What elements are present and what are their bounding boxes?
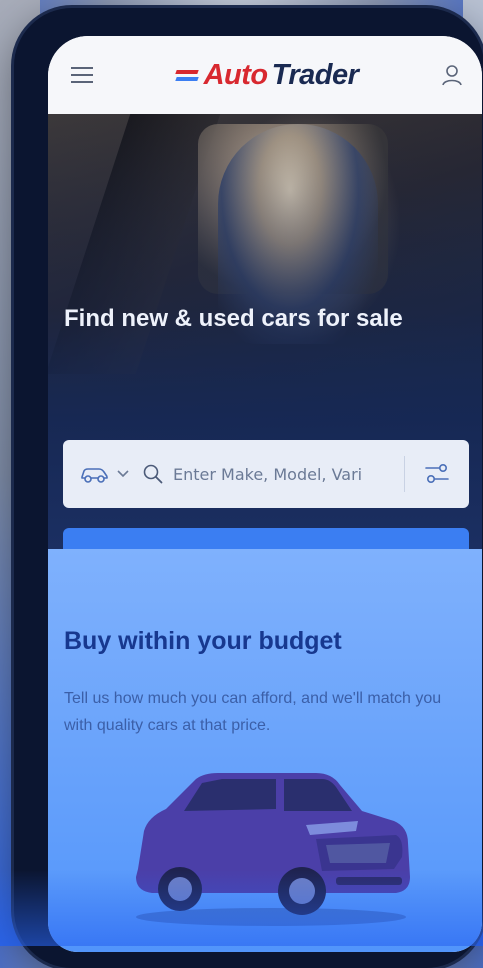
filter-sliders-icon (425, 463, 449, 484)
budget-section: Buy within your budget Tell us how much … (48, 549, 482, 952)
filter-button[interactable] (419, 456, 455, 492)
budget-title: Buy within your budget (64, 627, 342, 655)
suv-car-image (136, 773, 410, 926)
logo-text-auto: Auto (203, 58, 269, 91)
search-divider (404, 456, 405, 492)
hero-section: Find new & used cars for sale Enter Make… (48, 114, 482, 549)
car-icon (81, 468, 108, 483)
logo-text-trader: Trader (271, 58, 359, 91)
account-button[interactable] (428, 51, 476, 99)
search-cars-button[interactable]: Search 85 115 cars (63, 528, 469, 549)
logo-stripes (174, 69, 199, 81)
phone-frame: Auto Trader Find new & used cars for sale (14, 8, 483, 968)
top-navigation-bar: Auto Trader (48, 36, 482, 114)
budget-description: Tell us how much you can afford, and we'… (64, 690, 442, 734)
search-field (143, 463, 404, 485)
autotrader-logo[interactable]: Auto Trader (174, 58, 359, 92)
user-icon (442, 65, 462, 86)
search-input[interactable] (171, 463, 375, 485)
hero-title: Find new & used cars for sale (64, 305, 403, 332)
hamburger-menu-icon (71, 67, 93, 83)
search-icon (143, 464, 163, 484)
chevron-down-icon (117, 470, 129, 478)
menu-button[interactable] (58, 51, 106, 99)
vehicle-type-dropdown[interactable] (79, 465, 129, 483)
search-bar (63, 440, 469, 508)
app-screen: Auto Trader Find new & used cars for sale (48, 36, 482, 952)
